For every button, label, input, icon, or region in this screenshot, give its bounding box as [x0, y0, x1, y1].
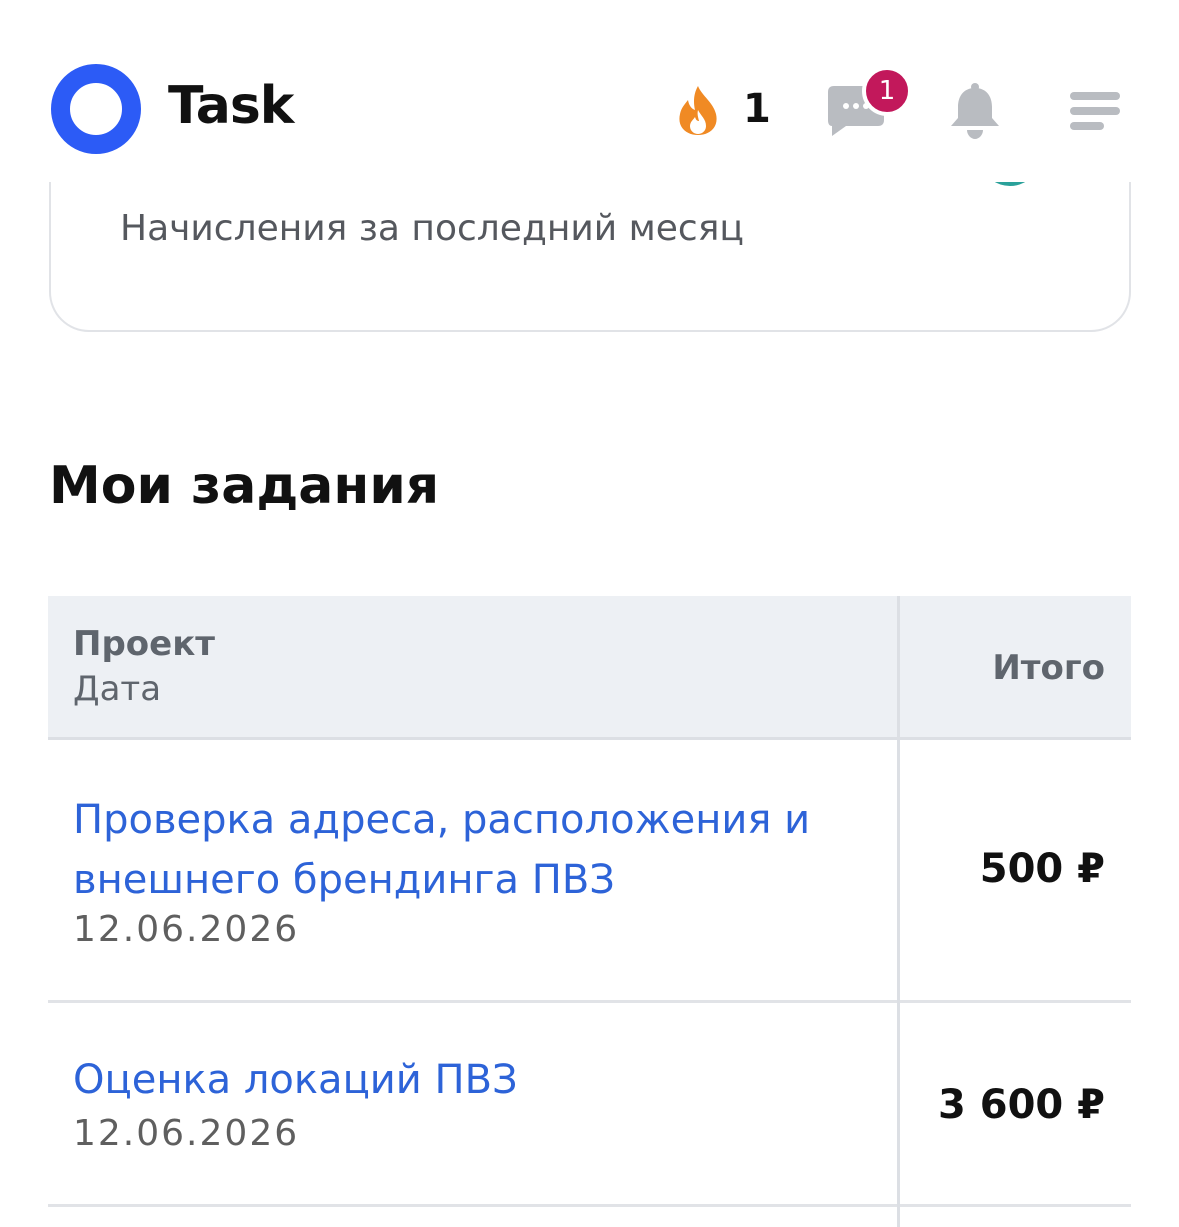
column-header-date[interactable]: Дата [73, 669, 161, 709]
tasks-table: Проект Дата Итого Проверка адреса, распо… [48, 596, 1131, 1227]
fire-icon[interactable] [673, 84, 723, 136]
column-header-project[interactable]: Проект [73, 624, 215, 664]
table-header: Проект Дата Итого [48, 596, 1131, 740]
column-header-total[interactable]: Итого [992, 648, 1105, 688]
earnings-card-label: Начисления за последний месяц [120, 208, 744, 249]
menu-icon[interactable] [1070, 90, 1120, 132]
streak-count: 1 [743, 86, 771, 132]
task-date: 12.06.2026 [73, 909, 300, 950]
section-title: Мои задания [49, 456, 440, 516]
chat-unread-badge: 1 [862, 66, 912, 116]
table-row[interactable]: Проверка адреса, расположения и внешнего… [48, 740, 1131, 1002]
task-title-link[interactable]: Проверка адреса, расположения и внешнего… [73, 790, 873, 910]
app-title[interactable]: Task [168, 76, 294, 136]
task-title-link[interactable]: Оценка локаций ПВЗ [73, 1050, 873, 1110]
task-date: 12.06.2026 [73, 1113, 300, 1154]
task-amount: 3 600 ₽ [937, 1082, 1105, 1128]
bell-icon[interactable] [948, 82, 1002, 140]
row-divider [48, 1204, 1131, 1207]
screen: Начисления за последний месяц Task 1 1 М… [0, 0, 1179, 1227]
table-row[interactable]: Оценка локаций ПВЗ 12.06.2026 3 600 ₽ [48, 1003, 1131, 1205]
column-divider [897, 596, 900, 1227]
task-amount: 500 ₽ [979, 846, 1105, 892]
app-header: Task 1 1 [0, 0, 1179, 182]
app-logo-icon[interactable] [51, 64, 141, 154]
